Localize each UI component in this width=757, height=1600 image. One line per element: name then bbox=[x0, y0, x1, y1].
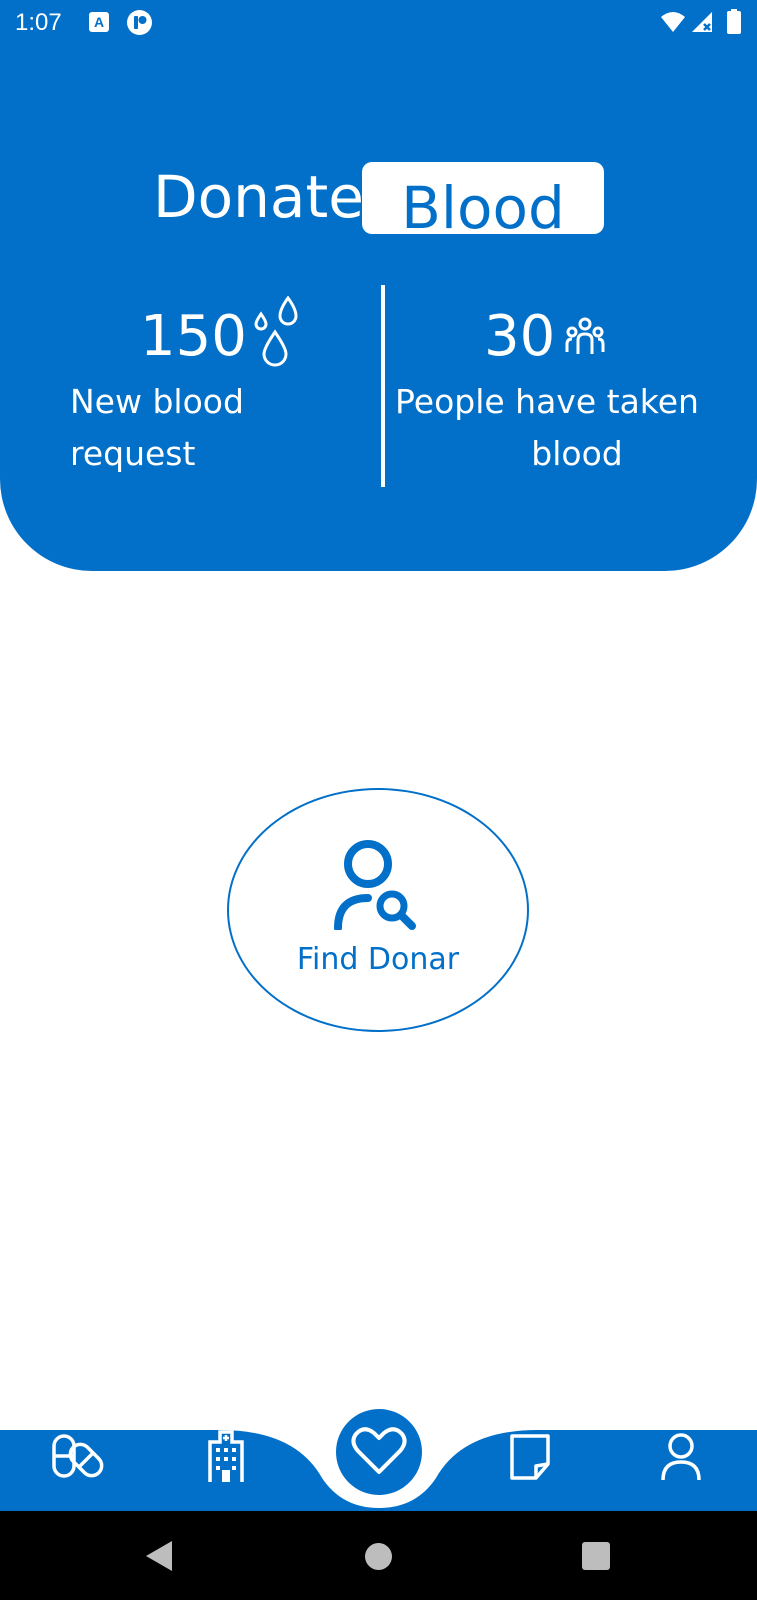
home-icon[interactable] bbox=[365, 1543, 392, 1570]
stats-divider bbox=[381, 285, 385, 487]
back-icon[interactable] bbox=[142, 1539, 176, 1573]
status-time: 1:07 bbox=[15, 9, 62, 36]
people-group-icon bbox=[565, 317, 605, 354]
stat-people-taken: 30 People have taken blood bbox=[392, 296, 702, 480]
stat-new-requests-value: 150 bbox=[140, 304, 247, 369]
nav-donate-button[interactable] bbox=[336, 1409, 422, 1495]
stat-people-taken-value: 30 bbox=[484, 304, 556, 369]
title-donate-text: Donate bbox=[153, 163, 364, 231]
find-donor-label: Find Donar bbox=[296, 942, 460, 977]
blood-drops-icon bbox=[254, 296, 298, 367]
battery-icon bbox=[727, 9, 741, 34]
stat-people-taken-label-line-2: blood bbox=[531, 434, 623, 473]
recents-icon[interactable] bbox=[582, 1542, 610, 1570]
stat-new-requests: 150 New blood request bbox=[60, 296, 376, 480]
app-notification-icon bbox=[127, 10, 152, 35]
title-blood-text: Blood bbox=[401, 174, 565, 234]
hospital-icon[interactable] bbox=[196, 1426, 256, 1486]
stat-new-requests-label: New blood request bbox=[70, 382, 244, 473]
accessibility-a-icon: A bbox=[89, 12, 109, 32]
find-donor-button[interactable]: Find Donar bbox=[227, 788, 529, 1032]
wifi-icon bbox=[661, 12, 685, 32]
stat-people-taken-label-line-1: People have taken bbox=[395, 382, 699, 421]
note-icon[interactable] bbox=[500, 1426, 560, 1486]
page-title: Donate Blood bbox=[0, 158, 757, 238]
title-blood-badge: Blood bbox=[362, 162, 604, 234]
system-navigation-bar bbox=[0, 1511, 757, 1600]
bottom-navigation-bar bbox=[0, 1406, 757, 1511]
status-bar: 1:07 A bbox=[0, 0, 757, 46]
heart-icon bbox=[351, 1427, 407, 1474]
header-banner bbox=[0, 0, 757, 571]
person-search-icon bbox=[334, 840, 416, 930]
pills-icon[interactable] bbox=[46, 1426, 106, 1486]
profile-icon[interactable] bbox=[651, 1426, 711, 1486]
cell-signal-icon bbox=[692, 12, 712, 32]
